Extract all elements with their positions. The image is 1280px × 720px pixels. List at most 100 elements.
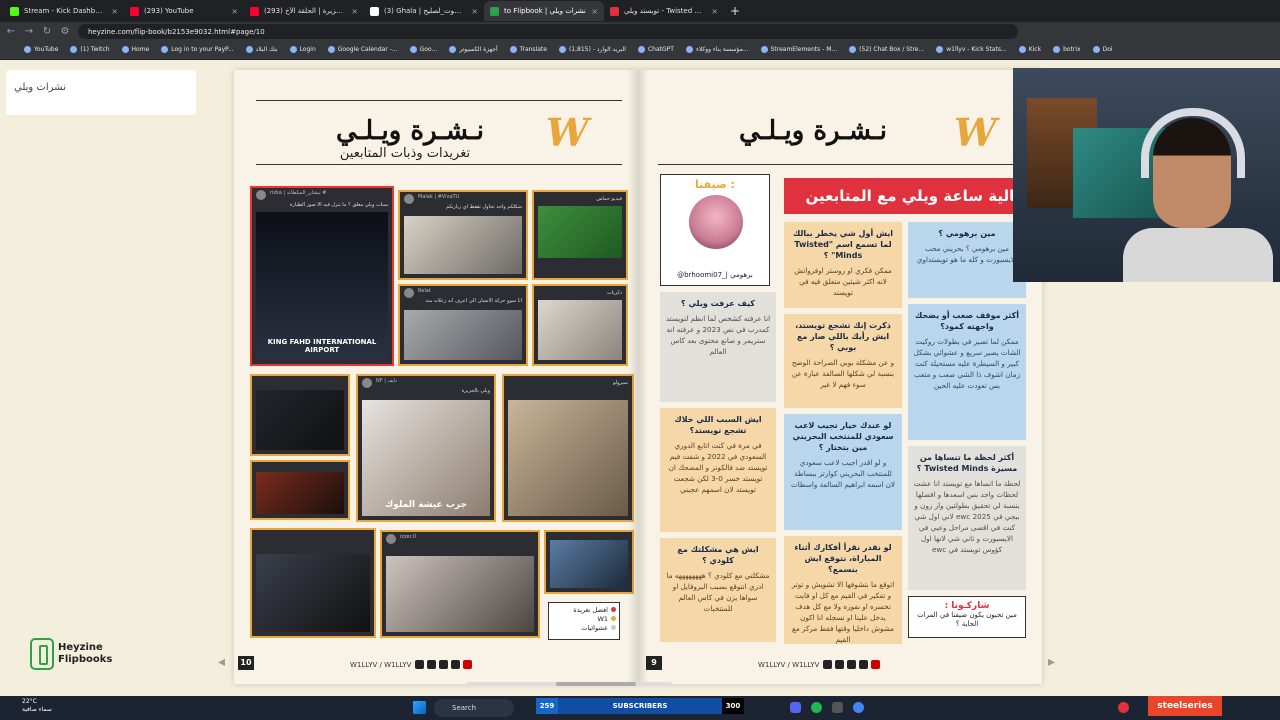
tray-icon[interactable] (1118, 702, 1129, 713)
tab-youtube[interactable]: (293) YouTube × (124, 1, 244, 21)
close-icon[interactable]: × (111, 7, 118, 16)
page-9[interactable]: نـشـرة ويـلـي W فعالية ساعة ويلي مع المت… (638, 70, 1042, 684)
legend-label: عشوائيات (581, 624, 608, 632)
share-heading: شاركـونا : (944, 601, 990, 611)
tweet-thumb-12[interactable] (544, 530, 634, 594)
tweet-thumb-9[interactable]: سيرولو (502, 374, 634, 522)
bookmark-item[interactable]: Home (121, 46, 149, 53)
weather-widget[interactable]: 22°C سماء صافية (22, 698, 52, 714)
tweet-thumb-11[interactable]: izzer.0 (380, 530, 540, 638)
bookmark-item[interactable]: Log in to your PayP... (161, 46, 234, 53)
flipbook-viewer: نشرات ويلي نـشـرة ويـلـي تغريدات وذبات ا… (0, 60, 1280, 696)
close-icon[interactable]: × (471, 7, 478, 16)
site-info-icon[interactable]: ⚙ (60, 26, 70, 37)
bookmark-item[interactable]: w1llyv - Kick Stats... (936, 46, 1007, 53)
tab-twisted-minds[interactable]: تويستد ويلي - Twisted Minds × (604, 1, 724, 21)
page-number: 9 (646, 656, 662, 670)
tab-title: Stream - Kick Dashboard (24, 7, 107, 15)
qa-card: لو نقدر نقرأ أفكارك أثناء المباراة، نتوق… (784, 536, 902, 644)
new-tab-button[interactable]: + (730, 4, 740, 18)
bookmark-item[interactable]: Google Calendar -... (327, 46, 398, 53)
header-rule (256, 100, 622, 101)
tweet-thumb-2[interactable]: Malak | #VivaTU شكلكم واجد تحاول تقفط اي … (398, 190, 528, 280)
bookmark-item[interactable]: أجهزة الكمبيوتر (449, 46, 498, 53)
windows-start-icon[interactable] (413, 701, 426, 714)
prev-page-arrow-icon[interactable]: ◂ (218, 654, 225, 670)
answer: في مرة في كنت اتابع الدوري السعودي في 20… (668, 441, 768, 494)
bookmark-label: botrix (1063, 46, 1081, 53)
spotify-icon[interactable] (811, 702, 822, 713)
tab-title: (3) Ghala | صوت_لصليح# on X (384, 7, 467, 15)
back-icon[interactable]: ← (6, 26, 16, 37)
bookmark-favicon-icon (161, 46, 169, 53)
bookmark-item[interactable]: ChatGPT (637, 46, 674, 53)
close-icon[interactable]: × (231, 7, 238, 16)
bookmark-item[interactable]: Login (289, 46, 316, 53)
youtube-icon (250, 6, 259, 16)
bookmark-label: Doi (1102, 46, 1113, 53)
bookmark-item[interactable]: Kick (1018, 46, 1041, 53)
bookmark-favicon-icon (936, 46, 944, 53)
tweet-thumb-6[interactable] (250, 374, 350, 456)
qa-card: لو عندك خيار تجيب لاعب سعودي للمنتخب الب… (784, 414, 902, 530)
subscriber-label: SUBSCRIBERS (612, 702, 668, 710)
page-10[interactable]: نـشـرة ويـلـي تغريدات وذبات المتابعين W … (234, 70, 638, 684)
tab-x[interactable]: (3) Ghala | صوت_لصليح# on X × (364, 1, 484, 21)
tweet-thumb-7[interactable] (250, 460, 350, 520)
page-scrubber-thumb[interactable] (556, 682, 636, 686)
tweet-author: rizka | نيشان_السلطانة # (270, 190, 327, 196)
bookmark-item[interactable]: StreamElements - M... (760, 46, 837, 53)
bookmark-item[interactable]: (52) Chat Box / Stre... (849, 46, 924, 53)
forward-icon[interactable]: → (24, 26, 34, 37)
bookmark-item[interactable]: Doi (1092, 46, 1113, 53)
heyzine-line2: Flipbooks (58, 654, 113, 665)
weather-temp: 22°C (22, 698, 37, 705)
page-scrubber[interactable] (466, 682, 672, 686)
bookmark-item[interactable]: botrix (1053, 46, 1081, 53)
tab-flipbook[interactable]: to Flipbook | نشرات ويلي × (484, 1, 604, 21)
weather-desc: سماء صافية (22, 706, 52, 713)
heyzine-branding[interactable]: Heyzine Flipbooks (30, 638, 112, 670)
taskbar-search[interactable]: Search (434, 699, 514, 717)
tab-title: تويستد ويلي - Twisted Minds (624, 7, 706, 15)
tab-youtube-episode[interactable]: (293) نهاية الجزيرة | الحلقة الأخ... × (244, 1, 364, 21)
bookmark-item[interactable]: YouTube (24, 46, 58, 53)
tweet-image (256, 554, 370, 632)
bookmark-item[interactable]: Translate (509, 46, 547, 53)
tweet-thumb-5[interactable]: ذكريات (532, 284, 628, 366)
bookmark-item[interactable]: Goo... (409, 46, 437, 53)
bookmark-item[interactable]: (1) Twitch (70, 46, 110, 53)
next-page-arrow-icon[interactable]: ▸ (1048, 654, 1055, 670)
bookmark-favicon-icon (685, 46, 693, 53)
tweet-thumb-10[interactable] (250, 528, 376, 638)
red-dot-icon (611, 607, 616, 612)
tab-kick-dashboard[interactable]: Stream - Kick Dashboard × (4, 1, 124, 21)
question: مين برهومي ؟ (938, 229, 996, 238)
heyzine-icon (490, 6, 499, 16)
tweet-image (386, 556, 534, 632)
app-icon[interactable] (832, 702, 843, 713)
bookmark-item[interactable]: بنك البلاد (245, 46, 278, 53)
discord-icon[interactable] (790, 702, 801, 713)
close-icon[interactable]: × (351, 7, 358, 16)
close-icon[interactable]: × (711, 7, 718, 16)
reload-icon[interactable]: ↻ (42, 26, 52, 37)
chrome-icon[interactable] (853, 702, 864, 713)
tweet-image (538, 300, 622, 360)
bookmark-label: أجهزة الكمبيوتر (459, 46, 498, 53)
subscriber-count: 259 (536, 698, 558, 714)
bookmark-label: ChatGPT (647, 46, 674, 53)
tweet-thumb-1[interactable]: rizka | نيشان_السلطانة # سناب ويلي معلق ؟… (250, 186, 394, 366)
close-icon[interactable]: × (591, 7, 598, 16)
subscriber-goal: 300 (722, 698, 744, 714)
bookmark-item[interactable]: البريد الوارد - (1,815) (558, 46, 626, 53)
question: ايش هي مشكلتك مع كلودي ؟ (677, 545, 759, 565)
flipbook-spread[interactable]: نـشـرة ويـلـي تغريدات وذبات المتابعين W … (234, 70, 1042, 684)
footer-handle: W1LLYV / W1LLYV (350, 660, 412, 669)
address-bar[interactable]: heyzine.com/flip-book/b2153e9032.html#pa… (78, 24, 1018, 39)
tweet-thumb-8[interactable]: NF | نايف ويلي بالجزيرة جرب عيشة الملوك (356, 374, 496, 522)
legend-item: W1 (552, 615, 616, 624)
bookmark-item[interactable]: مؤسسة بناء ووكلاء... (685, 46, 749, 53)
tweet-thumb-4[interactable]: Relat انا سوو حركة الانسان الي اعرف انه ز… (398, 284, 528, 366)
tweet-thumb-3[interactable]: فيديو حماس (532, 190, 628, 280)
